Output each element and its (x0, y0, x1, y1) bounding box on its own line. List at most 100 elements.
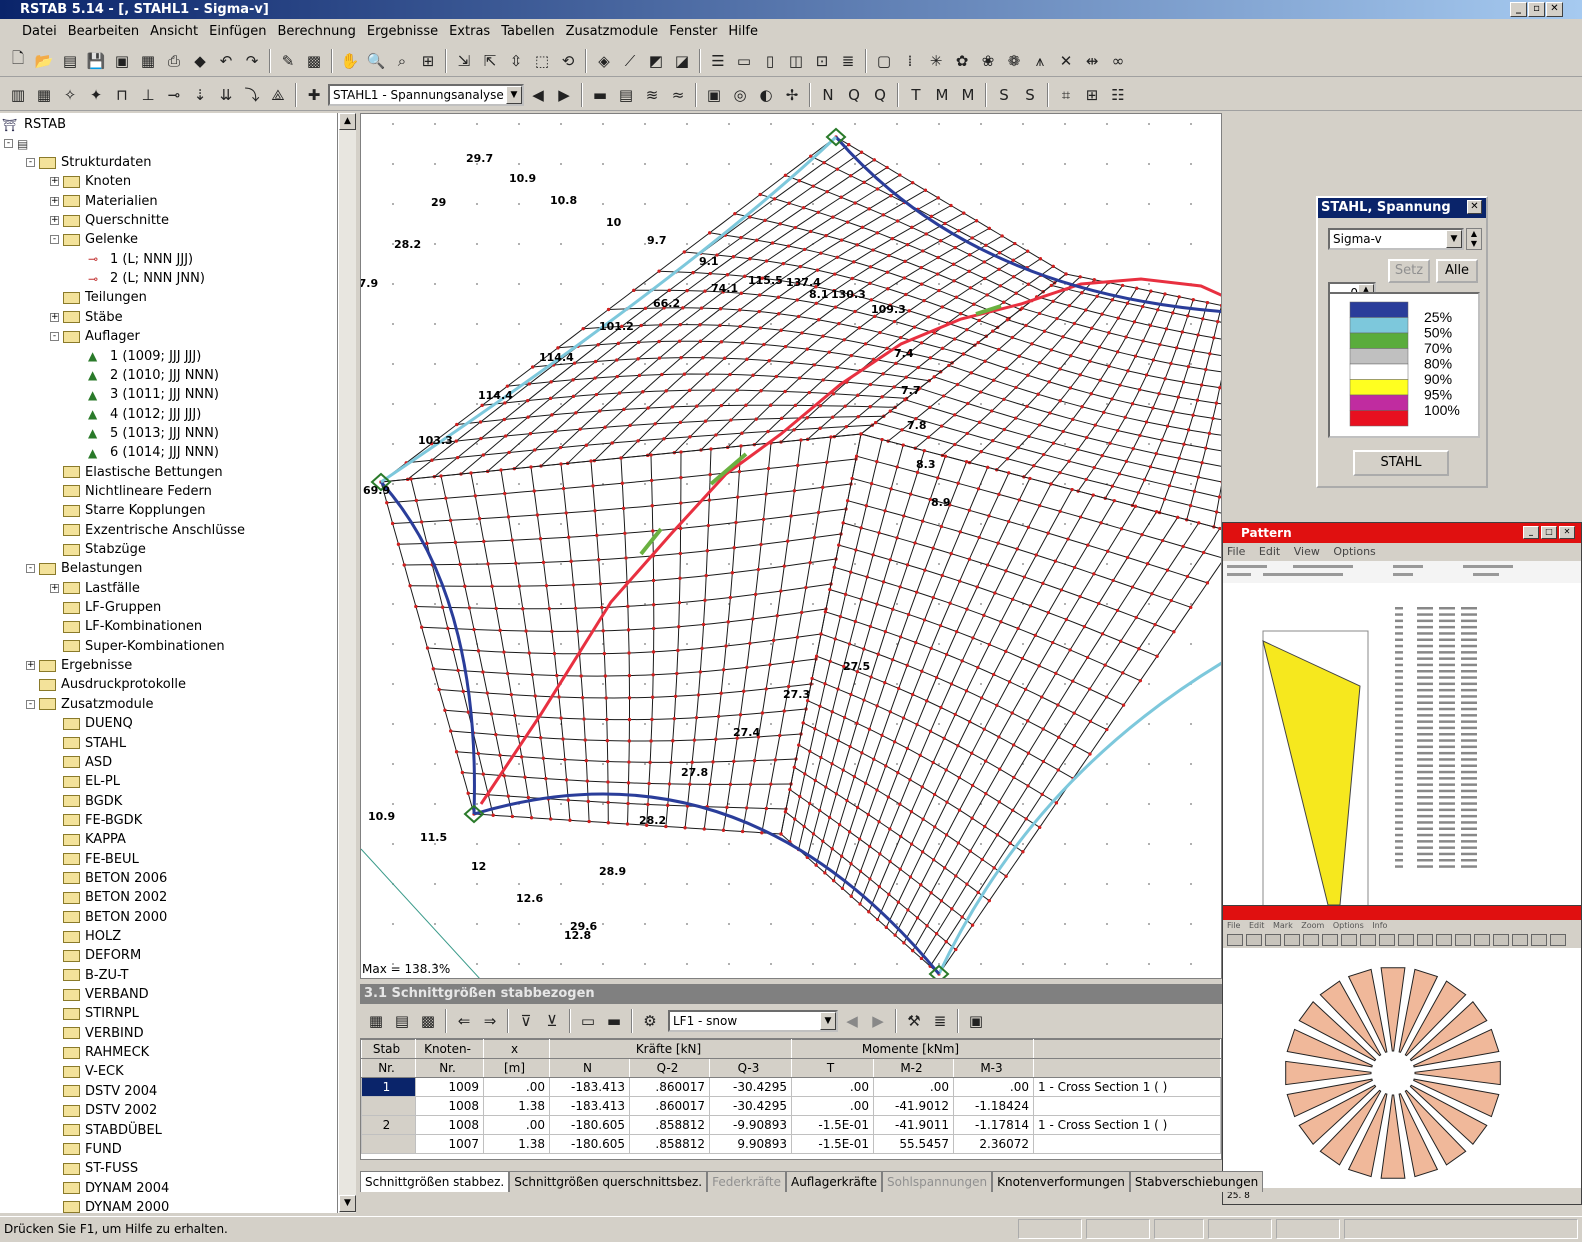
cell-m3[interactable]: -1.17814 (953, 1115, 1034, 1135)
chevron-down-icon[interactable]: ▼ (1446, 230, 1462, 248)
tree-item[interactable]: FE-BGDK (50, 811, 142, 830)
graphic-canvas[interactable]: 29.7 10.9 29 10.8 10 28.2 9.7 9.1 115.5 137.4 8.1 1… (360, 113, 1222, 979)
menu-zusatzmodule[interactable]: Zusatzmodule (566, 24, 659, 39)
pan-hand-icon[interactable]: ✋ (338, 49, 362, 73)
tree-item[interactable]: + Querschnitte (50, 211, 169, 230)
cell-m3[interactable]: .00 (953, 1077, 1034, 1097)
tree-item[interactable]: LF-Gruppen (50, 598, 161, 617)
table-export-icon[interactable]: ▦ (364, 1009, 388, 1033)
all-button[interactable]: Alle (1436, 259, 1478, 283)
print-graphic-icon[interactable]: ◆ (188, 49, 212, 73)
table-icon[interactable]: ☰ (706, 49, 730, 73)
tree-root[interactable]: ⛩ RSTAB (2, 115, 66, 134)
cols-icon[interactable]: ▬ (602, 1009, 626, 1033)
cell-m3[interactable]: -1.18424 (953, 1096, 1034, 1116)
tree-item[interactable]: STAHL (50, 734, 126, 753)
cell-m2[interactable]: -41.9011 (873, 1115, 954, 1135)
open-icon[interactable]: ▤ (58, 49, 82, 73)
values-on-icon[interactable]: ⌗ (1054, 83, 1078, 107)
cell-t[interactable]: .00 (791, 1077, 874, 1097)
s2-icon[interactable]: S (992, 83, 1016, 107)
tree-item[interactable]: Exzentrische Anschlüsse (50, 521, 245, 540)
plot-tool-icon[interactable] (1360, 934, 1376, 946)
cell-m2[interactable]: -41.9012 (873, 1096, 954, 1116)
hinge-icon[interactable]: ✢ (780, 83, 804, 107)
stack-icon[interactable]: ☷ (1106, 83, 1130, 107)
zoom-icon[interactable]: 🔍 (364, 49, 388, 73)
tree-item[interactable]: ▲ 1 (1009; JJJ JJJ) (88, 347, 201, 366)
results-icon[interactable]: ▬ (588, 83, 612, 107)
pattern-maximize-icon[interactable]: □ (1541, 526, 1557, 539)
table-tab[interactable]: Knotenverformungen (992, 1171, 1130, 1192)
restore-button[interactable]: ▫ (1528, 2, 1545, 17)
new-node-icon[interactable]: ✦ (84, 83, 108, 107)
expand-icon[interactable]: + (50, 583, 59, 593)
table-row[interactable]: 2 1008.00 -180.605.858812 -9.90893 -1.5E-01-… (361, 1115, 1221, 1135)
tree-item[interactable]: ▲ 5 (1013; JJJ NNN) (88, 424, 219, 443)
plot-tool-icon[interactable] (1531, 934, 1547, 946)
tree-item[interactable]: ⊸ 1 (L; NNN JJJ) (88, 250, 193, 269)
tree-item[interactable]: DUENQ (50, 714, 133, 733)
cell-stab[interactable] (361, 1134, 416, 1154)
plot-tool-icon[interactable] (1398, 934, 1414, 946)
pattern-menu-view[interactable]: View (1294, 545, 1320, 558)
table-settings-icon[interactable]: ⚒ (902, 1009, 926, 1033)
tree-item[interactable]: ASD (50, 753, 112, 772)
cell-q3[interactable]: -30.4295 (709, 1077, 792, 1097)
tree-item[interactable]: BETON 2006 (50, 869, 167, 888)
plot-menu-file[interactable]: File (1227, 921, 1240, 930)
snap-icon[interactable]: ✳ (924, 49, 948, 73)
plot-tool-icon[interactable] (1284, 934, 1300, 946)
torsion-icon[interactable]: T (904, 83, 928, 107)
menu-ansicht[interactable]: Ansicht (150, 24, 198, 39)
previous-icon[interactable]: ◀ (526, 83, 550, 107)
menu-ergebnisse[interactable]: Ergebnisse (367, 24, 438, 39)
tree-item[interactable]: ⊸ 2 (L; NNN JNN) (88, 269, 205, 288)
dots-icon[interactable]: ⁞ (898, 49, 922, 73)
render-icon[interactable]: ◈ (592, 49, 616, 73)
pattern-menu-file[interactable]: File (1227, 545, 1245, 558)
navigator-icon[interactable]: ▥ (6, 83, 30, 107)
table-tab[interactable]: Auflagerkräfte (785, 1171, 882, 1192)
tree-item[interactable]: Teilungen (50, 288, 147, 307)
tree-item[interactable]: BETON 2000 (50, 908, 167, 927)
tree-project[interactable]: - ▤ (4, 134, 39, 153)
tables-icon[interactable]: ▦ (32, 83, 56, 107)
delete-icon[interactable]: ✕ (1054, 49, 1078, 73)
stahl-button[interactable]: STAHL (1353, 450, 1449, 476)
tree-item[interactable]: BGDK (50, 792, 122, 811)
tree-item[interactable]: + Knoten (50, 172, 131, 191)
tree-item[interactable]: RAHMECK (50, 1043, 149, 1062)
arrow-right-icon[interactable]: ⇒ (478, 1009, 502, 1033)
plot-tool-icon[interactable] (1227, 934, 1243, 946)
plot-tool-icon[interactable] (1455, 934, 1471, 946)
q2-force-icon[interactable]: Q (842, 83, 866, 107)
settings-icon[interactable]: ⚙ (638, 1009, 662, 1033)
column-icon[interactable]: ▯ (758, 49, 782, 73)
cell-cs[interactable]: 1 - Cross Section 1 ( ) (1033, 1077, 1221, 1097)
scroll-down-icon[interactable]: ▼ (339, 1195, 356, 1212)
new-moment-icon[interactable]: ⤵ (240, 83, 264, 107)
new-load-icon[interactable]: ⇣ (188, 83, 212, 107)
plot-tool-icon[interactable] (1303, 934, 1319, 946)
split-icon[interactable]: ◫ (784, 49, 808, 73)
internal-forces-table[interactable]: Stab Knoten- x Kräfte [kN] Momente [kNm]… (360, 1038, 1222, 1160)
section-icon[interactable]: ◐ (754, 83, 778, 107)
cell-m2[interactable]: .00 (873, 1077, 954, 1097)
tree-item[interactable]: ST-FUSS (50, 1159, 138, 1178)
pattern-menu-options[interactable]: Options (1333, 545, 1375, 558)
cell-n[interactable]: -183.413 (549, 1096, 630, 1116)
rows-icon[interactable]: ▭ (576, 1009, 600, 1033)
table-row[interactable]: 1008 1.38 -183.413.860017 -30.4295.00 -41.90… (361, 1096, 1221, 1116)
row-icon[interactable]: ▭ (732, 49, 756, 73)
zoom-all-icon[interactable]: ⊞ (416, 49, 440, 73)
menu-bearbeiten[interactable]: Bearbeiten (68, 24, 139, 39)
expand-icon[interactable]: + (50, 216, 59, 226)
layers-icon[interactable]: ≣ (836, 49, 860, 73)
tree-item[interactable]: + Lastfälle (50, 579, 140, 598)
tree-item[interactable]: DYNAM 2004 (50, 1179, 169, 1198)
plot-tool-icon[interactable] (1550, 934, 1566, 946)
single-icon[interactable]: ⊡ (810, 49, 834, 73)
open-folder-icon[interactable]: 📂 (32, 49, 56, 73)
table-color-icon[interactable]: ▩ (416, 1009, 440, 1033)
